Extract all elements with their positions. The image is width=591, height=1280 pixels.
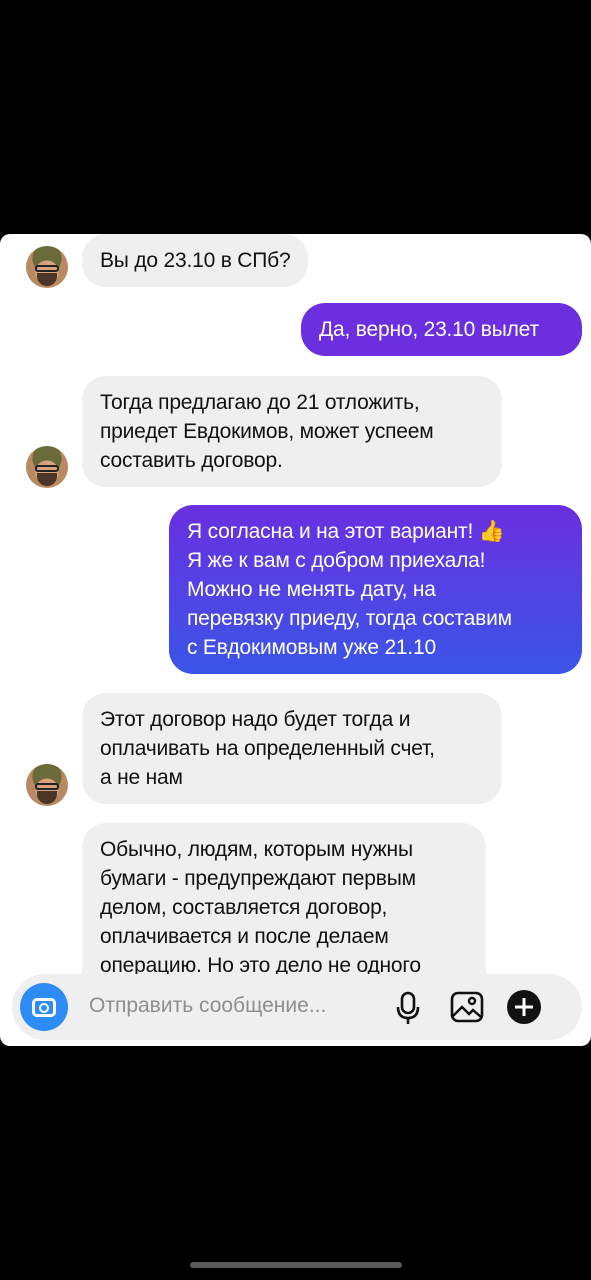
message-text: Я же к вам с добром приехала! bbox=[187, 549, 486, 572]
message-incoming: Обычно, людям, которым нужны бумаги - пр… bbox=[82, 823, 486, 974]
home-indicator bbox=[190, 1262, 402, 1268]
image-icon[interactable] bbox=[450, 991, 484, 1023]
message-outgoing: Я согласна и на этот вариант! 👍 Я же к в… bbox=[169, 505, 582, 674]
message-text: Да, верно, 23.10 вылет bbox=[319, 318, 539, 341]
message-composer: Отправить сообщение... bbox=[12, 974, 582, 1040]
message-text: оплачивать на определенный счет, bbox=[100, 737, 435, 760]
contact-avatar[interactable] bbox=[26, 246, 68, 288]
message-text: операцию. Но это дело не одного bbox=[100, 954, 421, 974]
message-text: делом, составляется договор, bbox=[100, 896, 388, 919]
camera-icon[interactable] bbox=[20, 983, 68, 1031]
chat-card: Вы до 23.10 в СПб? Да, верно, 23.10 выле… bbox=[0, 234, 591, 1046]
message-text: составить договор. bbox=[100, 449, 283, 472]
message-text: Вы до 23.10 в СПб? bbox=[100, 249, 291, 272]
plus-icon[interactable] bbox=[506, 989, 542, 1025]
message-text: Тогда предлагаю до 21 отложить, bbox=[100, 391, 420, 414]
message-text: бумаги - предупреждают первым bbox=[100, 867, 416, 890]
message-text: Можно не менять дату, на bbox=[187, 578, 436, 601]
message-text: а не нам bbox=[100, 766, 183, 789]
message-input[interactable]: Отправить сообщение... bbox=[89, 994, 326, 1018]
contact-avatar[interactable] bbox=[26, 764, 68, 806]
message-incoming: Тогда предлагаю до 21 отложить, приедет … bbox=[82, 376, 502, 487]
message-list[interactable]: Вы до 23.10 в СПб? Да, верно, 23.10 выле… bbox=[0, 234, 591, 974]
message-incoming: Этот договор надо будет тогда и оплачива… bbox=[82, 693, 502, 804]
message-text: Я согласна и на этот вариант! 👍 bbox=[187, 520, 505, 543]
message-text: оплачивается и после делаем bbox=[100, 925, 389, 948]
message-text: с Евдокимовым уже 21.10 bbox=[187, 636, 436, 659]
message-text: перевязку приеду, тогда составим bbox=[187, 607, 512, 630]
message-outgoing: Да, верно, 23.10 вылет bbox=[301, 303, 582, 356]
contact-avatar[interactable] bbox=[26, 446, 68, 488]
message-text: приедет Евдокимов, может успеем bbox=[100, 420, 434, 443]
message-incoming: Вы до 23.10 в СПб? bbox=[82, 234, 309, 287]
message-text: Обычно, людям, которым нужны bbox=[100, 838, 413, 861]
microphone-icon[interactable] bbox=[396, 991, 420, 1025]
message-text: Этот договор надо будет тогда и bbox=[100, 708, 411, 731]
